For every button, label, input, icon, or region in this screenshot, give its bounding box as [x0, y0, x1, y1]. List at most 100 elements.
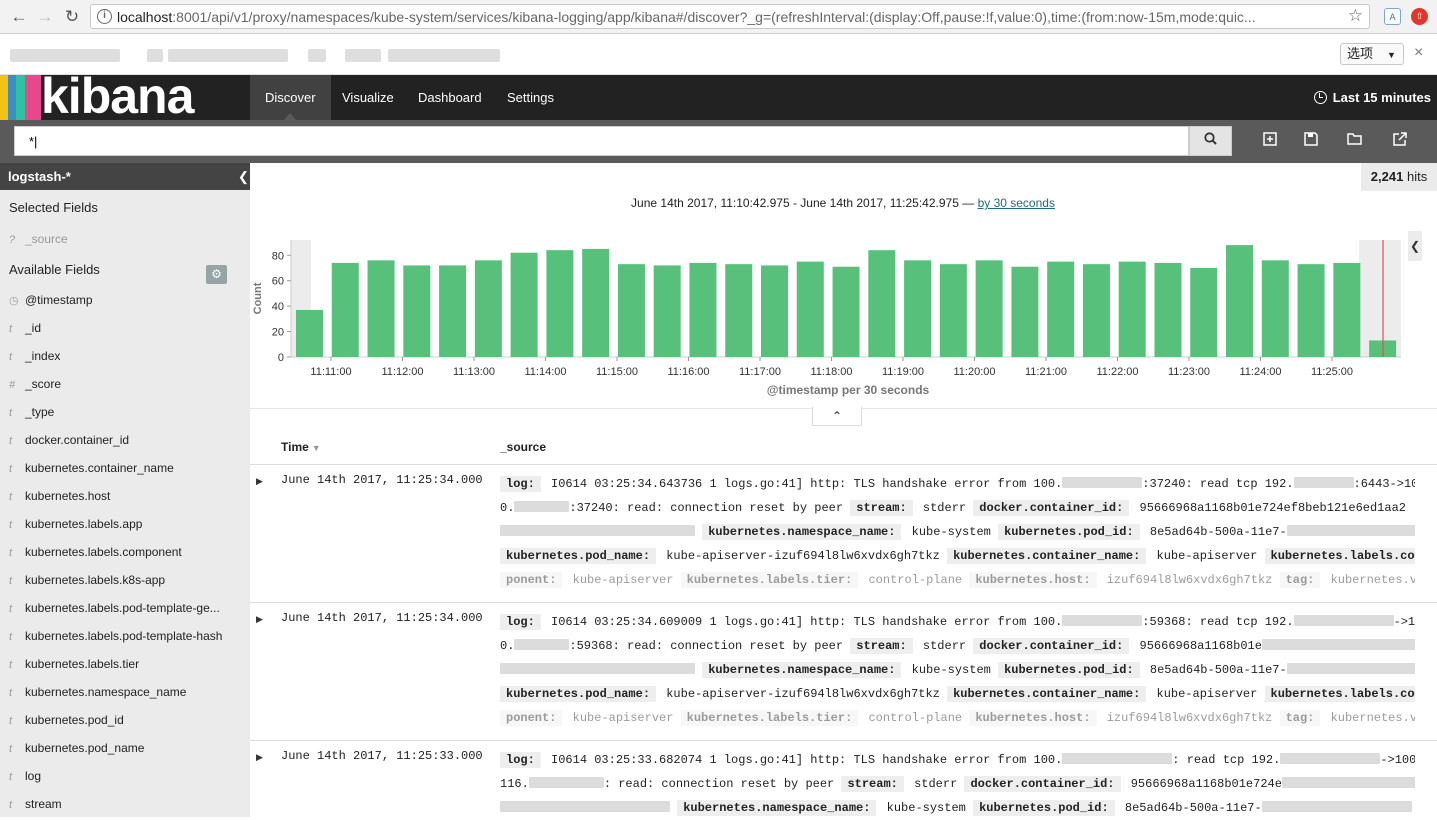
time-picker[interactable]: Last 15 minutes: [1313, 90, 1431, 105]
field-value: kube-apiserver: [565, 573, 681, 587]
info-icon[interactable]: i: [97, 9, 112, 24]
field-key: kubernetes.pod_id:: [973, 800, 1115, 816]
histogram-bar: [1226, 245, 1254, 357]
field-item[interactable]: t kubernetes.labels.pod-template-hash: [9, 622, 247, 650]
field-value: 0.: [500, 501, 515, 515]
redacted-value: [514, 639, 570, 650]
string-type-icon: t: [9, 463, 13, 475]
save-icon[interactable]: [1302, 132, 1320, 150]
redacted-text: [345, 49, 381, 62]
field-item[interactable]: t kubernetes.labels.component: [9, 538, 247, 566]
field-value: control-plane: [861, 711, 970, 725]
index-pattern-title[interactable]: logstash-*: [0, 163, 250, 190]
chevron-left-icon[interactable]: ❮: [1408, 231, 1422, 261]
histogram-bar: [1011, 266, 1039, 357]
tab-visualize[interactable]: Visualize: [327, 75, 409, 120]
field-key: docker.container_id:: [973, 500, 1130, 516]
histogram-bar: [904, 260, 932, 357]
chevron-up-icon[interactable]: ⌃: [812, 407, 862, 426]
histogram-bar: [1190, 267, 1218, 357]
field-item[interactable]: t _index: [9, 342, 247, 370]
translate-options-select[interactable]: 选项 ▼: [1340, 43, 1404, 65]
field-key: ponent:: [500, 710, 563, 726]
extension-icon[interactable]: A: [1384, 8, 1401, 25]
field-key: kubernetes.pod_id:: [998, 524, 1140, 540]
extension-upload-icon[interactable]: ⇧: [1411, 8, 1428, 25]
number-type-icon: #: [9, 379, 16, 391]
string-type-icon: t: [9, 435, 13, 447]
string-type-icon: t: [9, 631, 13, 643]
field-item[interactable]: t _id: [9, 314, 247, 342]
selected-field-source[interactable]: ? _source: [9, 225, 247, 253]
field-value: kube-system: [879, 801, 974, 815]
expand-row-icon[interactable]: ▶: [256, 752, 263, 763]
sort-down-icon[interactable]: ▼: [312, 443, 321, 453]
source-cell: log: I0614 03:25:34.609009 1 logs.go:41]…: [500, 610, 1415, 730]
translate-options-label: 选项: [1347, 46, 1374, 61]
redacted-value: [1062, 753, 1173, 764]
open-folder-icon[interactable]: [1346, 132, 1364, 150]
field-value: :6443->10: [1353, 477, 1415, 491]
source-column-header: _source: [500, 440, 547, 454]
field-value: kube-apiserver-izuf694l8lw6xvdx6gh7tkz: [659, 687, 948, 701]
field-key: tag:: [1279, 572, 1321, 588]
field-key: kubernetes.namespace_name:: [702, 662, 902, 678]
string-type-icon: t: [9, 547, 13, 559]
histogram-bar: [832, 266, 860, 357]
browser-toolbar: ← → ↻ i localhost:8001/api/v1/proxy/name…: [0, 0, 1437, 34]
field-item[interactable]: t stream: [9, 790, 247, 817]
new-search-icon[interactable]: [1261, 132, 1279, 150]
kibana-logo[interactable]: kibana: [41, 67, 194, 125]
field-item[interactable]: t kubernetes.labels.k8s-app: [9, 566, 247, 594]
source-line: log: I0614 03:25:34.609009 1 logs.go:41]…: [500, 610, 1415, 634]
interval-link[interactable]: by 30 seconds: [978, 196, 1055, 210]
histogram-bar: [939, 264, 967, 357]
field-item[interactable]: # _score: [9, 370, 247, 398]
field-key: kubernetes.pod_id:: [998, 662, 1140, 678]
field-item[interactable]: t kubernetes.namespace_name: [9, 678, 247, 706]
field-value: : read: connection reset by peer: [603, 777, 835, 791]
histogram-bar: [868, 250, 896, 357]
field-key: kubernetes.namespace_name:: [702, 524, 902, 540]
histogram-bar: [367, 260, 395, 357]
tab-dashboard[interactable]: Dashboard: [403, 75, 497, 120]
field-value: : read tcp 192.: [1172, 753, 1281, 767]
expand-row-icon[interactable]: ▶: [256, 476, 263, 487]
time-column-header[interactable]: Time ▼: [281, 440, 321, 454]
search-button[interactable]: [1189, 126, 1232, 156]
row-timestamp: June 14th 2017, 11:25:34.000: [281, 473, 483, 487]
close-icon[interactable]: ×: [1414, 44, 1423, 62]
field-item[interactable]: t docker.container_id: [9, 426, 247, 454]
forward-arrow-icon[interactable]: →: [34, 6, 56, 28]
query-input[interactable]: [14, 126, 1189, 156]
field-item[interactable]: t kubernetes.labels.app: [9, 510, 247, 538]
tab-settings[interactable]: Settings: [492, 75, 569, 120]
field-item[interactable]: t _type: [9, 398, 247, 426]
field-name: kubernetes.container_name: [25, 461, 174, 475]
string-type-icon: t: [9, 575, 13, 587]
field-item[interactable]: t log: [9, 762, 247, 790]
field-item[interactable]: t kubernetes.labels.pod-template-ge...: [9, 594, 247, 622]
expand-row-icon[interactable]: ▶: [256, 614, 263, 625]
share-icon[interactable]: [1391, 132, 1409, 150]
x-tick-label: 11:12:00: [381, 366, 423, 378]
histogram-bar: [331, 262, 359, 357]
field-item[interactable]: t kubernetes.host: [9, 482, 247, 510]
available-fields-heading: Available Fields: [9, 262, 100, 277]
field-item[interactable]: t kubernetes.labels.tier: [9, 650, 247, 678]
histogram-bar: [510, 252, 538, 357]
reload-icon[interactable]: ↻: [61, 6, 83, 28]
field-value: kubernetes.va: [1323, 711, 1415, 725]
chevron-left-icon[interactable]: ❮: [238, 163, 250, 190]
gear-icon[interactable]: ⚙: [206, 265, 227, 284]
url-text[interactable]: localhost:8001/api/v1/proxy/namespaces/k…: [117, 9, 1342, 25]
field-item[interactable]: t kubernetes.container_name: [9, 454, 247, 482]
address-bar[interactable]: i localhost:8001/api/v1/proxy/namespaces…: [90, 4, 1370, 29]
bookmark-star-icon[interactable]: ☆: [1348, 6, 1363, 26]
field-item[interactable]: t kubernetes.pod_id: [9, 706, 247, 734]
field-item[interactable]: ◷ @timestamp: [9, 286, 247, 314]
back-arrow-icon[interactable]: ←: [8, 6, 30, 28]
field-value: stderr: [915, 639, 974, 653]
field-item[interactable]: t kubernetes.pod_name: [9, 734, 247, 762]
string-type-icon: t: [9, 771, 13, 783]
